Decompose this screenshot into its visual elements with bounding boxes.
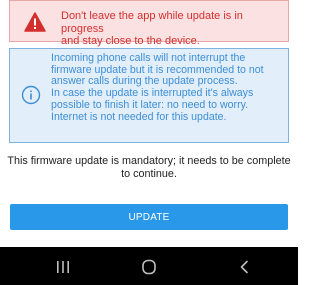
- info-message: Incoming phone calls will not interrupt …: [51, 52, 287, 123]
- info-line: possible to finish it later: no need to …: [51, 98, 249, 111]
- mandatory-line: to continue.: [121, 167, 177, 180]
- navigation-bar: [0, 247, 298, 285]
- info-line: Incoming phone calls will not interrupt …: [51, 52, 246, 64]
- back-icon[interactable]: [239, 260, 249, 274]
- info-line: Internet is not needed for this update.: [51, 110, 227, 123]
- warning-line: Don't leave the app while update is in p…: [61, 10, 243, 35]
- info-circle-icon: [21, 85, 41, 105]
- home-icon[interactable]: [141, 259, 157, 275]
- warning-banner: Don't leave the app while update is in p…: [9, 0, 289, 47]
- mandatory-line: This firmware update is mandatory; it ne…: [7, 155, 291, 167]
- recents-icon[interactable]: [56, 260, 70, 274]
- info-banner: Incoming phone calls will not interrupt …: [9, 48, 289, 143]
- warning-triangle-icon: [24, 12, 46, 32]
- mandatory-notice: This firmware update is mandatory; it ne…: [0, 155, 298, 180]
- warning-line: and stay close to the device.: [61, 35, 200, 47]
- update-button[interactable]: UPDATE: [10, 204, 288, 230]
- warning-message: Don't leave the app while update is in p…: [61, 10, 286, 48]
